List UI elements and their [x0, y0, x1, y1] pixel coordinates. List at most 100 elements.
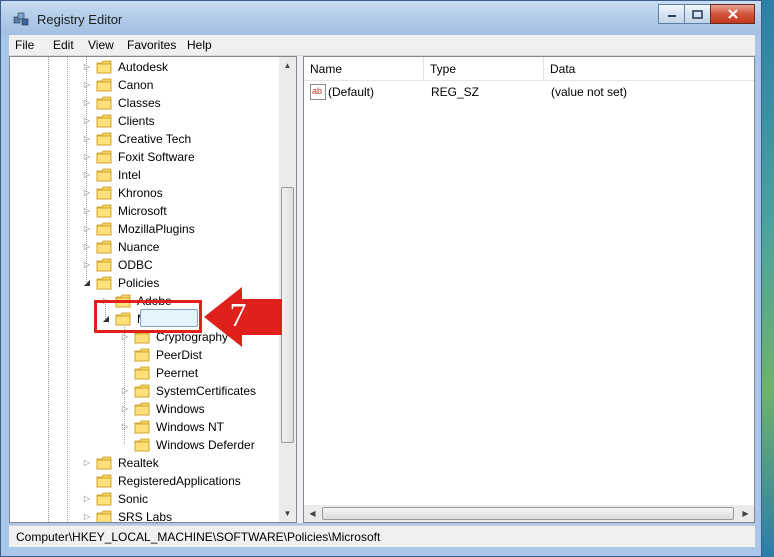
- title-bar[interactable]: Registry Editor: [1, 1, 761, 35]
- annotation-step-number: 7: [229, 297, 247, 334]
- menu-help[interactable]: Help: [187, 38, 212, 52]
- collapsed-arrow-icon[interactable]: ▷: [83, 62, 91, 72]
- collapsed-arrow-icon[interactable]: ▷: [83, 494, 91, 504]
- folder-icon: [134, 384, 150, 398]
- tree-item[interactable]: ▷ Creative Tech: [10, 130, 280, 148]
- tree-item[interactable]: ▷ Foxit Software: [10, 148, 280, 166]
- folder-icon: [96, 510, 112, 522]
- collapsed-arrow-icon[interactable]: ▷: [83, 80, 91, 90]
- collapsed-arrow-icon[interactable]: ▷: [83, 170, 91, 180]
- tree-item-label: Policies: [118, 276, 160, 290]
- folder-icon: [134, 366, 150, 380]
- expanded-arrow-icon[interactable]: ◢: [83, 278, 91, 288]
- list-horizontal-scrollbar[interactable]: ◀ ▶: [304, 505, 754, 522]
- tree-item-label: Autodesk: [118, 60, 169, 74]
- tree-item[interactable]: ▷ Nuance: [10, 238, 280, 256]
- folder-icon: [96, 456, 112, 470]
- collapsed-arrow-icon[interactable]: ▷: [83, 116, 91, 126]
- folder-icon: [134, 348, 150, 362]
- tree-item[interactable]: ▷ Classes: [10, 94, 280, 112]
- collapsed-arrow-icon[interactable]: ▷: [121, 386, 129, 396]
- folder-icon: [96, 168, 112, 182]
- list-scroll-thumb[interactable]: [322, 507, 734, 520]
- tree-item[interactable]: ▷ MozillaPlugins: [10, 220, 280, 238]
- tree-item[interactable]: ▷ Windows NT: [10, 418, 280, 436]
- collapsed-arrow-icon[interactable]: ▷: [83, 188, 91, 198]
- scroll-up-arrow-icon[interactable]: ▲: [279, 57, 296, 74]
- column-header-data[interactable]: Data: [544, 57, 754, 81]
- tree-item[interactable]: ▷ Microsoft: [10, 202, 280, 220]
- tree-item[interactable]: ▷ Windows: [10, 400, 280, 418]
- close-button[interactable]: [710, 4, 755, 24]
- tree-item-label: PeerDist: [156, 348, 203, 362]
- scroll-left-arrow-icon[interactable]: ◀: [304, 505, 321, 522]
- collapsed-arrow-icon[interactable]: ▷: [83, 242, 91, 252]
- folder-icon: [96, 78, 112, 92]
- tree-item[interactable]: Peernet: [10, 364, 280, 382]
- collapsed-arrow-icon[interactable]: ▷: [121, 332, 129, 342]
- tree-item-label: Windows: [156, 402, 205, 416]
- maximize-button[interactable]: [684, 4, 711, 24]
- folder-icon: [96, 132, 112, 146]
- tree-item-label: Khronos: [118, 186, 163, 200]
- collapsed-arrow-icon[interactable]: ▷: [83, 206, 91, 216]
- tree-item[interactable]: ▷ Intel: [10, 166, 280, 184]
- folder-icon: [134, 438, 150, 452]
- tree-item[interactable]: ▷ Khronos: [10, 184, 280, 202]
- tree-item[interactable]: RegisteredApplications: [10, 472, 280, 490]
- collapsed-arrow-icon[interactable]: ▷: [83, 458, 91, 468]
- tree-item-label: Nuance: [118, 240, 160, 254]
- collapsed-arrow-icon[interactable]: ▷: [121, 422, 129, 432]
- tree-item-label: Intel: [118, 168, 141, 182]
- menu-view[interactable]: View: [88, 38, 114, 52]
- folder-icon: [96, 150, 112, 164]
- window-title: Registry Editor: [37, 12, 123, 27]
- tree-item-label: Canon: [118, 78, 154, 92]
- maximize-icon: [692, 9, 703, 19]
- menu-edit[interactable]: Edit: [53, 38, 74, 52]
- folder-icon: [134, 420, 150, 434]
- folder-icon: [96, 186, 112, 200]
- annotation-highlight-box: [94, 300, 202, 333]
- menu-file[interactable]: File: [15, 38, 34, 52]
- value-name: (Default): [328, 85, 375, 99]
- svg-text:ab: ab: [312, 86, 322, 96]
- status-path: Computer\HKEY_LOCAL_MACHINE\SOFTWARE\Pol…: [16, 530, 381, 544]
- collapsed-arrow-icon[interactable]: ▷: [83, 224, 91, 234]
- tree-item[interactable]: ▷ SRS Labs: [10, 508, 280, 522]
- tree-item[interactable]: Windows Deferder: [10, 436, 280, 454]
- tree-item-label: SRS Labs: [118, 510, 173, 522]
- collapsed-arrow-icon[interactable]: ▷: [83, 152, 91, 162]
- column-header-name[interactable]: Name: [304, 57, 424, 81]
- collapsed-arrow-icon[interactable]: ▷: [83, 260, 91, 270]
- value-type: REG_SZ: [431, 85, 480, 99]
- menu-favorites[interactable]: Favorites: [127, 38, 176, 52]
- tree-item[interactable]: ▷ SystemCertificates: [10, 382, 280, 400]
- values-list-pane: Name Type Data ab (Default) REG_SZ (valu…: [303, 56, 755, 523]
- registry-editor-icon: [13, 12, 29, 26]
- tree-item-label: MozillaPlugins: [118, 222, 195, 236]
- tree-item-label: Realtek: [118, 456, 159, 470]
- tree-item[interactable]: ▷ Sonic: [10, 490, 280, 508]
- minimize-icon: [667, 15, 676, 17]
- folder-icon: [96, 474, 112, 488]
- collapsed-arrow-icon[interactable]: ▷: [83, 512, 91, 522]
- tree-item-label: Windows Deferder: [156, 438, 255, 452]
- tree-item[interactable]: ▷ Canon: [10, 76, 280, 94]
- column-header-type[interactable]: Type: [424, 57, 544, 81]
- folder-icon: [96, 204, 112, 218]
- collapsed-arrow-icon[interactable]: ▷: [83, 98, 91, 108]
- scroll-right-arrow-icon[interactable]: ▶: [737, 505, 754, 522]
- folder-icon: [96, 258, 112, 272]
- folder-icon: [96, 60, 112, 74]
- tree-item[interactable]: ▷ Clients: [10, 112, 280, 130]
- scroll-down-arrow-icon[interactable]: ▼: [279, 505, 296, 522]
- tree-item[interactable]: ▷ ODBC: [10, 256, 280, 274]
- collapsed-arrow-icon[interactable]: ▷: [121, 404, 129, 414]
- minimize-button[interactable]: [658, 4, 685, 24]
- collapsed-arrow-icon[interactable]: ▷: [83, 134, 91, 144]
- tree-item-label: Peernet: [156, 366, 199, 380]
- tree-item[interactable]: ▷ Realtek: [10, 454, 280, 472]
- tree-item[interactable]: ▷ Autodesk: [10, 58, 280, 76]
- tree-item-label: ODBC: [118, 258, 153, 272]
